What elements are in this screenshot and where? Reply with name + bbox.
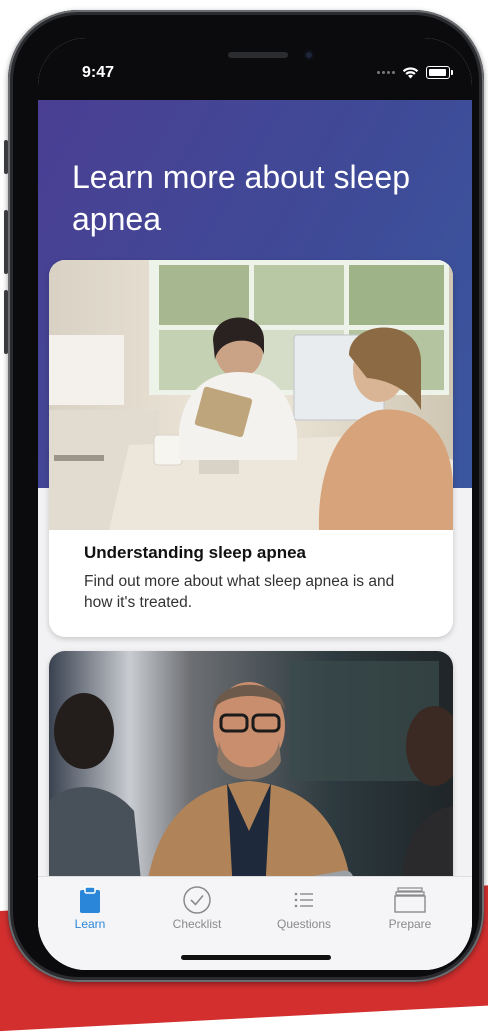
cellular-signal-icon — [377, 71, 395, 74]
article-card-conversation[interactable] — [49, 651, 453, 911]
home-indicator[interactable] — [181, 955, 331, 960]
check-circle-icon — [183, 886, 211, 914]
tab-learn[interactable]: Learn — [40, 883, 140, 931]
status-time: 9:47 — [82, 64, 115, 81]
tab-label: Learn — [74, 917, 106, 931]
speaker-grille — [228, 52, 288, 58]
folder-stack-icon — [394, 887, 426, 913]
tab-checklist[interactable]: Checklist — [147, 883, 247, 931]
mute-switch — [4, 140, 8, 174]
front-camera — [304, 50, 314, 60]
card-photo-man-blazer — [49, 651, 453, 911]
page-title: Learn more about sleep apnea — [72, 159, 410, 237]
status-indicators — [377, 66, 453, 79]
tab-label: Checklist — [172, 917, 222, 931]
tab-label: Prepare — [388, 917, 432, 931]
card-title: Understanding sleep apnea — [84, 543, 306, 562]
tab-prepare[interactable]: Prepare — [360, 883, 460, 931]
screen: 9:47 Learn more about sleep apnea Unders… — [38, 38, 472, 970]
card-description: Find out more about what sleep apnea is … — [84, 573, 395, 611]
volume-down-button — [4, 290, 8, 354]
tab-questions[interactable]: Questions — [254, 883, 354, 931]
tab-label: Questions — [276, 917, 332, 931]
list-icon — [294, 892, 313, 908]
article-card-understanding[interactable]: Understanding sleep apnea Find out more … — [49, 260, 453, 637]
wifi-icon — [402, 66, 419, 78]
card-photo-doctor-patient — [49, 260, 453, 530]
status-bar: 9:47 — [38, 38, 472, 100]
battery-icon — [426, 66, 453, 79]
volume-up-button — [4, 210, 8, 274]
phone-frame: 9:47 Learn more about sleep apnea Unders… — [4, 10, 484, 982]
clipboard-icon — [80, 886, 100, 913]
